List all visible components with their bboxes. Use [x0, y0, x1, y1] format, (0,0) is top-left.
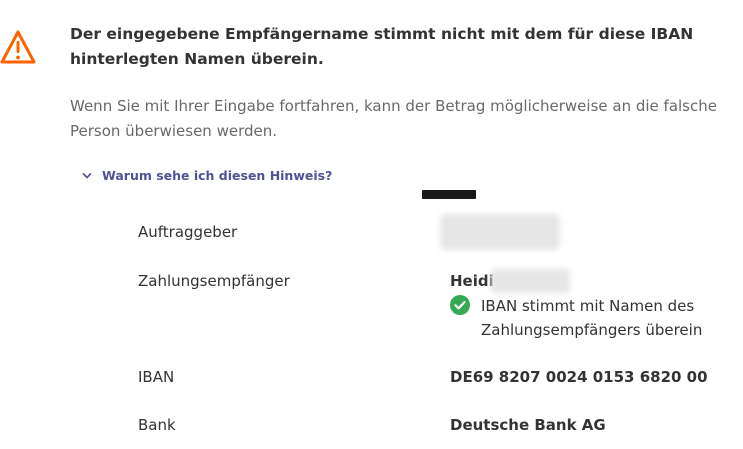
ordering-party-label: Auftraggeber	[138, 223, 238, 241]
warning-subtext: Wenn Sie mit Ihrer Eingabe fortfahren, k…	[70, 97, 717, 140]
iban-match-status: IBAN stimmt mit Namen des Zahlungsempfän…	[450, 294, 711, 342]
warning-headline: Der eingegebene Empfängername stimmt nic…	[70, 25, 694, 68]
why-notice-toggle-label: Warum sehe ich diesen Hinweis?	[102, 168, 333, 183]
redacted-tooltip	[422, 190, 476, 199]
payee-label: Zahlungsempfänger	[138, 272, 290, 290]
iban-value: DE69 8207 0024 0153 6820 00	[450, 368, 708, 386]
chevron-down-icon	[82, 172, 92, 178]
check-circle-icon	[450, 295, 470, 315]
iban-name-mismatch-notice: Der eingegebene Empfängername stimmt nic…	[0, 0, 743, 449]
ordering-party-value-redacted	[440, 214, 560, 250]
bank-label: Bank	[138, 416, 176, 434]
iban-match-text: IBAN stimmt mit Namen des Zahlungsempfän…	[481, 297, 703, 339]
payee-value: Heidi	[450, 272, 494, 290]
iban-label: IBAN	[138, 368, 175, 386]
bank-value: Deutsche Bank AG	[450, 416, 606, 434]
warning-triangle-icon	[0, 30, 36, 64]
payee-surname-redacted	[491, 269, 570, 293]
why-notice-toggle[interactable]: Warum sehe ich diesen Hinweis?	[80, 168, 332, 183]
